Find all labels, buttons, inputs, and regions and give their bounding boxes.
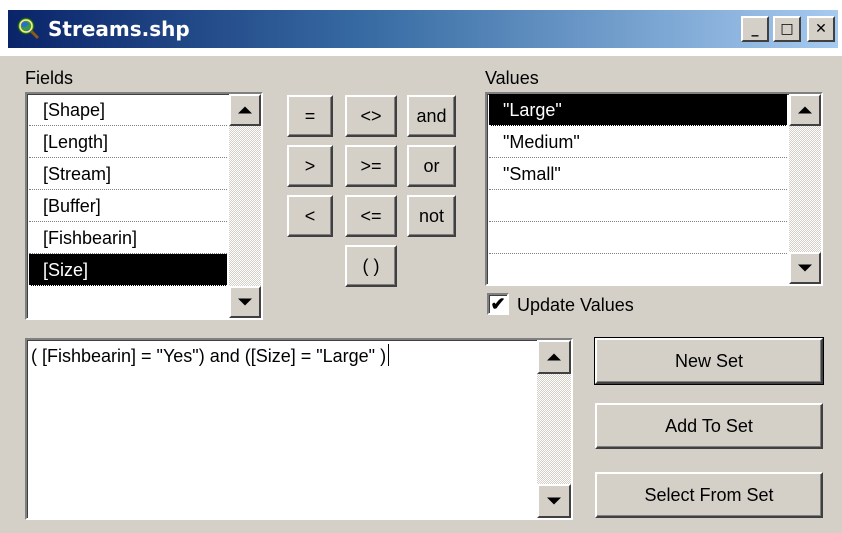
globe-magnifier-icon: [16, 16, 40, 40]
list-item-field-shape[interactable]: [Shape]: [29, 94, 227, 126]
operator-parentheses-button[interactable]: ( ): [345, 245, 397, 287]
arrow-down-icon: [238, 298, 252, 306]
list-item-empty: [489, 190, 787, 222]
text-caret: [388, 344, 390, 366]
list-item-field-length[interactable]: [Length]: [29, 126, 227, 158]
operator-greater-button[interactable]: >: [287, 145, 333, 187]
arrow-up-icon: [238, 106, 252, 114]
values-scroll-up-button[interactable]: [789, 94, 821, 126]
operator-equals-button[interactable]: =: [287, 95, 333, 137]
list-item-field-size[interactable]: [Size]: [29, 254, 227, 286]
operator-not-equal-button[interactable]: <>: [345, 95, 397, 137]
maximize-button[interactable]: □: [773, 16, 801, 42]
update-values-checkbox[interactable]: ✔: [487, 293, 509, 315]
fields-label: Fields: [25, 68, 74, 88]
values-scrollbar[interactable]: [789, 94, 821, 284]
fields-scroll-down-button[interactable]: [229, 286, 261, 318]
arrow-down-icon: [547, 497, 561, 505]
expression-text: ( [Fishbearin] = "Yes") and ([Size] = "L…: [31, 346, 387, 366]
values-listbox[interactable]: "Large" "Medium" "Small": [485, 92, 823, 286]
list-item-field-stream[interactable]: [Stream]: [29, 158, 227, 190]
fields-scroll-up-button[interactable]: [229, 94, 261, 126]
operator-less-equal-button[interactable]: <=: [345, 195, 397, 237]
close-button[interactable]: ✕: [807, 16, 835, 42]
select-from-set-button[interactable]: Select From Set: [595, 472, 823, 518]
list-item-value-small[interactable]: "Small": [489, 158, 787, 190]
expression-scroll-down-button[interactable]: [537, 484, 571, 518]
add-to-set-button[interactable]: Add To Set: [595, 403, 823, 449]
operator-less-button[interactable]: <: [287, 195, 333, 237]
operator-and-button[interactable]: and: [407, 95, 456, 137]
list-item-value-medium[interactable]: "Medium": [489, 126, 787, 158]
list-item-field-fishbearin[interactable]: [Fishbearin]: [29, 222, 227, 254]
values-scroll-down-button[interactable]: [789, 252, 821, 284]
expression-scroll-up-button[interactable]: [537, 340, 571, 374]
expression-textarea[interactable]: ( [Fishbearin] = "Yes") and ([Size] = "L…: [25, 338, 573, 520]
expression-text-line[interactable]: ( [Fishbearin] = "Yes") and ([Size] = "L…: [31, 344, 390, 367]
arrow-up-icon: [547, 353, 561, 361]
fields-scrollbar[interactable]: [229, 94, 261, 318]
expression-scrollbar[interactable]: [537, 340, 571, 518]
list-item-field-buffer[interactable]: [Buffer]: [29, 190, 227, 222]
arrow-down-icon: [798, 264, 812, 272]
operator-or-button[interactable]: or: [407, 145, 456, 187]
values-label: Values: [485, 68, 539, 88]
fields-listbox[interactable]: [Shape] [Length] [Stream] [Buffer] [Fish…: [25, 92, 263, 320]
list-item-empty: [489, 222, 787, 254]
operator-not-button[interactable]: not: [407, 195, 456, 237]
new-set-button[interactable]: New Set: [594, 337, 824, 385]
arrow-up-icon: [798, 106, 812, 114]
update-values-label[interactable]: Update Values: [517, 293, 634, 317]
operator-greater-equal-button[interactable]: >=: [345, 145, 397, 187]
minimize-button[interactable]: _: [741, 16, 769, 42]
window-title: Streams.shp: [48, 17, 190, 41]
list-item-value-large[interactable]: "Large": [489, 94, 787, 126]
